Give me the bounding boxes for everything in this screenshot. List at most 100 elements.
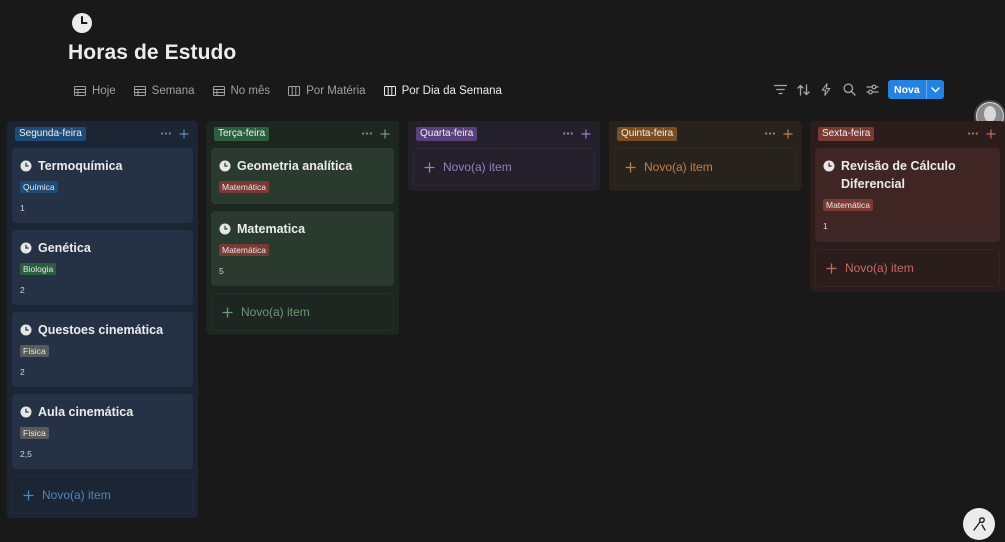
settings-sliders-icon[interactable] (865, 83, 879, 97)
tab-no-mes[interactable]: No mês (212, 83, 271, 99)
column-header: Quarta-feira (416, 126, 595, 141)
tab-semana[interactable]: Semana (133, 83, 195, 99)
plus-icon[interactable] (783, 129, 793, 139)
column-header: Quinta-feira (617, 126, 797, 141)
board-card[interactable]: Genética Biologia 2 (12, 230, 193, 305)
column-label[interactable]: Segunda-feira (15, 126, 86, 141)
help-icon (973, 517, 986, 531)
card-title: Aula cinemática (20, 403, 185, 421)
tab-label: No mês (230, 85, 271, 97)
clock-icon (72, 13, 92, 33)
tab-por-dia-da-semana[interactable]: Por Dia da Semana (383, 83, 502, 99)
board-column-quarta-feira: Quarta-feira Novo(a) item (408, 121, 600, 191)
subject-tag: Matemática (219, 181, 269, 193)
board-card[interactable]: Geometria analítica Matemática (211, 148, 394, 204)
card-title-text: Revisão de Cálculo Diferencial (841, 159, 956, 191)
view-toolbar: Nova (773, 80, 944, 99)
board-column-terca-feira: Terça-feira Geometria analítica Matemáti… (206, 121, 399, 335)
card-title: Revisão de Cálculo Diferencial (823, 157, 992, 193)
subject-tag: Física (20, 427, 49, 439)
hours-value: 1 (823, 221, 828, 231)
new-item-label: Novo(a) item (241, 305, 310, 319)
board-column-segunda-feira: Segunda-feira Termoquímica Química 1 Gen… (7, 121, 198, 518)
hours-value: 5 (219, 266, 224, 276)
clock-icon (823, 160, 835, 172)
plus-icon[interactable] (380, 129, 390, 139)
column-actions (161, 129, 189, 139)
plus-icon[interactable] (986, 129, 996, 139)
board-card[interactable]: Questoes cinemática Física 2 (12, 312, 193, 387)
clock-icon (20, 324, 32, 336)
board-card[interactable]: Termoquímica Química 1 (12, 148, 193, 223)
tab-label: Hoje (92, 85, 116, 97)
subject-tag: Matemática (823, 199, 873, 211)
new-item-label: Novo(a) item (845, 261, 914, 275)
more-options-icon[interactable] (161, 129, 171, 139)
hours-value: 2 (20, 367, 25, 377)
subject-tag: Biologia (20, 263, 57, 275)
card-title-text: Matematica (237, 222, 306, 236)
column-actions (563, 129, 591, 139)
plus-icon[interactable] (179, 129, 189, 139)
column-actions (362, 129, 390, 139)
clock-icon (219, 160, 231, 172)
table-icon (133, 86, 146, 96)
column-label[interactable]: Quarta-feira (416, 126, 478, 141)
subject-tag: Física (20, 345, 49, 357)
board-column-sexta-feira: Sexta-feira Revisão de Cálculo Diferenci… (810, 121, 1005, 292)
card-title: Termoquímica (20, 157, 185, 175)
more-options-icon[interactable] (765, 129, 775, 139)
card-title: Genética (20, 239, 185, 257)
card-title-text: Genética (38, 241, 91, 255)
card-title: Geometria analítica (219, 157, 386, 175)
column-header: Sexta-feira (818, 126, 1000, 141)
new-item-button[interactable]: Novo(a) item (815, 249, 1000, 287)
chevron-down-icon[interactable] (925, 80, 944, 99)
plus-icon[interactable] (581, 129, 591, 139)
card-title-text: Questoes cinemática (38, 323, 164, 337)
column-header: Segunda-feira (15, 126, 193, 141)
new-item-button[interactable]: Novo(a) item (614, 148, 797, 186)
column-label[interactable]: Quinta-feira (617, 126, 678, 141)
plus-icon (625, 162, 636, 172)
more-options-icon[interactable] (362, 129, 372, 139)
clock-icon (20, 406, 32, 418)
column-label[interactable]: Sexta-feira (818, 126, 875, 141)
new-item-button[interactable]: Novo(a) item (211, 293, 394, 331)
tab-por-materia[interactable]: Por Matéria (288, 83, 366, 99)
plus-icon (826, 263, 837, 273)
new-item-button[interactable]: Novo(a) item (413, 148, 595, 186)
search-icon[interactable] (842, 83, 856, 97)
clock-icon (20, 242, 32, 254)
new-button-label: Nova (894, 83, 920, 96)
new-button[interactable]: Nova (888, 80, 944, 99)
lightning-icon[interactable] (819, 83, 833, 97)
card-title-text: Aula cinemática (38, 405, 134, 419)
card-title-text: Geometria analítica (237, 159, 353, 173)
plus-icon (23, 490, 34, 500)
card-title: Questoes cinemática (20, 321, 185, 339)
help-button[interactable] (963, 508, 995, 540)
view-tabs: Hoje Semana No mês Por Matéria Por Dia d… (74, 83, 520, 99)
board-icon (383, 86, 396, 96)
new-item-label: Novo(a) item (443, 160, 512, 174)
more-options-icon[interactable] (968, 129, 978, 139)
sort-icon[interactable] (796, 83, 810, 97)
plus-icon (424, 162, 435, 172)
tab-label: Por Dia da Semana (401, 85, 502, 97)
new-item-label: Novo(a) item (42, 488, 111, 502)
board-card[interactable]: Revisão de Cálculo Diferencial Matemátic… (815, 148, 1000, 242)
board-card[interactable]: Aula cinemática Física 2,5 (12, 394, 193, 469)
filter-icon[interactable] (773, 83, 787, 97)
plus-icon (222, 307, 233, 317)
board-column-quinta-feira: Quinta-feira Novo(a) item (609, 121, 802, 191)
more-options-icon[interactable] (563, 129, 573, 139)
column-actions (765, 129, 793, 139)
new-item-button[interactable]: Novo(a) item (12, 476, 193, 514)
column-label[interactable]: Terça-feira (214, 126, 270, 141)
tab-label: Semana (151, 85, 195, 97)
tab-hoje[interactable]: Hoje (74, 83, 116, 99)
page-title: Horas de Estudo (68, 41, 237, 64)
hours-value: 2 (20, 285, 25, 295)
board-card[interactable]: Matematica Matemática 5 (211, 211, 394, 286)
